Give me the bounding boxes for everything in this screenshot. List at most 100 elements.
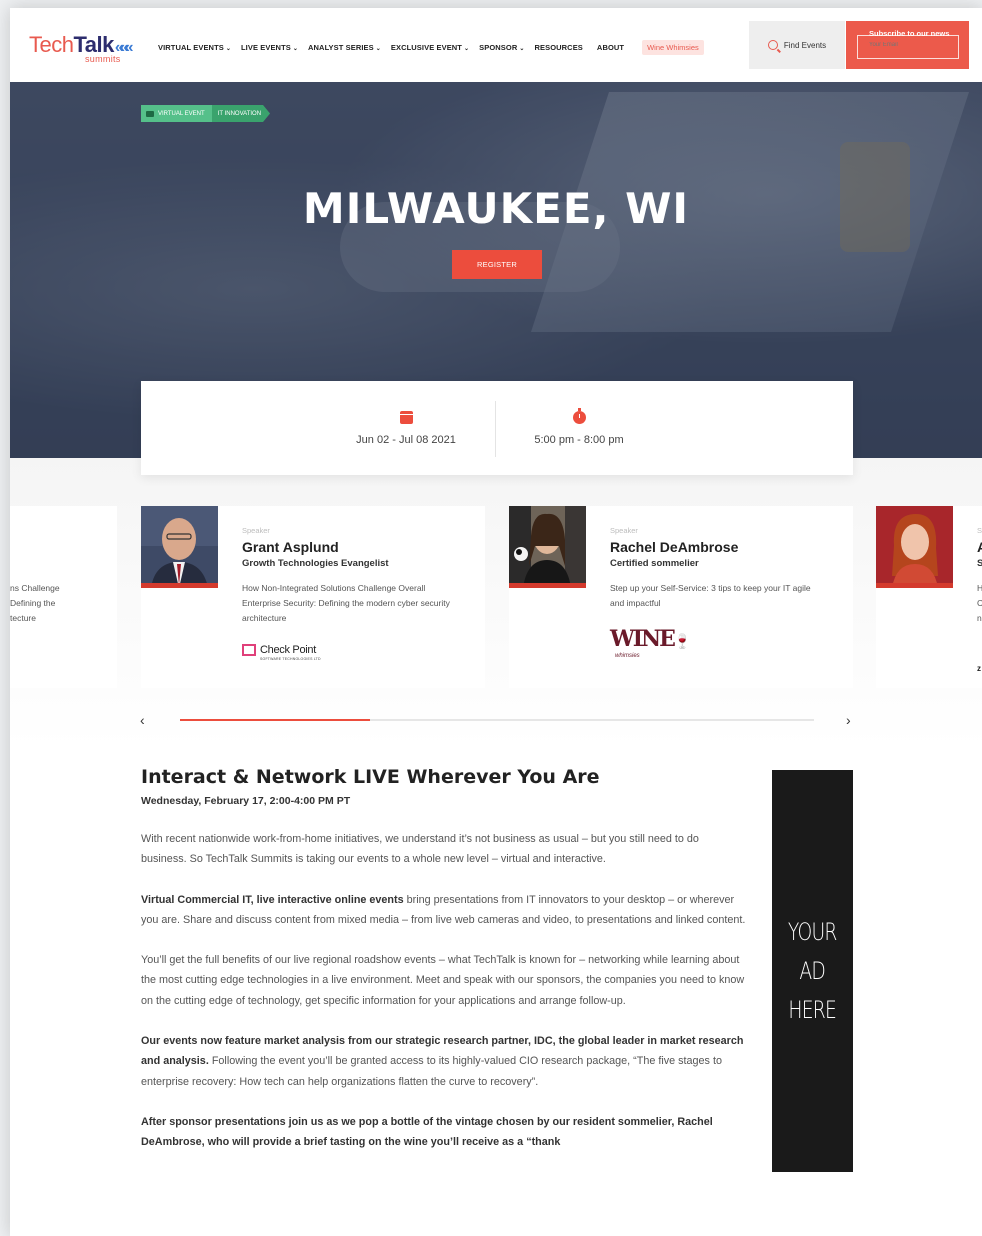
wine-glass-icon: 🍷: [673, 634, 692, 650]
event-title: MILWAUKEE, WI: [302, 184, 690, 233]
newsletter-subscribe: Subscribe to our news: [846, 21, 969, 69]
nav-about[interactable]: ABOUT: [597, 43, 624, 52]
subscribe-title: Subscribe to our news: [869, 29, 950, 38]
tag-it-innovation[interactable]: IT INNOVATION: [211, 105, 271, 122]
nav-resources[interactable]: RESOURCES: [535, 43, 583, 52]
section-date: Wednesday, February 17, 2:00-4:00 PM PT: [141, 795, 351, 807]
nav-exclusive-event[interactable]: EXCLUSIVE EVENT ⌄: [391, 43, 469, 52]
tag-virtual-event[interactable]: VIRTUAL EVENT: [141, 105, 212, 122]
speaker-card-grant-asplund[interactable]: Speaker Grant Asplund Growth Technologie…: [141, 506, 485, 688]
speaker-name[interactable]: Rachel DeAmbrose: [610, 539, 738, 555]
paragraph-3: You’ll get the full benefits of our live…: [141, 954, 745, 1007]
techtalk-logo[interactable]: TechTalk««« summits: [29, 32, 133, 64]
speaker-photo: [509, 506, 586, 588]
nav-label: SPONSOR: [479, 43, 518, 52]
logo-light: Tech: [29, 32, 74, 57]
sponsor-subtitle: SOFTWARE TECHNOLOGIES LTD: [260, 657, 321, 661]
register-button[interactable]: REGISTER: [452, 250, 542, 279]
nav-live-events[interactable]: LIVE EVENTS ⌄: [241, 43, 298, 52]
speaker-card-partial-right[interactable]: S A S H C n z: [876, 506, 982, 688]
speaker-card-rachel-deambrose[interactable]: Speaker Rachel DeAmbrose Certified somme…: [509, 506, 853, 688]
speaker-role: Growth Technologies Evangelist: [242, 558, 389, 569]
nav-sponsor[interactable]: SPONSOR ⌄: [479, 43, 524, 52]
talk-line: C: [977, 598, 982, 608]
chevron-down-icon: ⌄: [292, 46, 299, 52]
paragraph-text: Following the event you’ll be granted ac…: [141, 1055, 722, 1088]
event-date: Jun 02 - Jul 08 2021: [321, 381, 491, 475]
search-icon: [767, 40, 778, 50]
carousel-progress-track[interactable]: [180, 719, 814, 721]
speaker-photo: [141, 506, 218, 588]
nav-virtual-events[interactable]: VIRTUAL EVENTS ⌄: [158, 43, 231, 52]
sponsor-logo-partial: z: [977, 664, 981, 673]
speaker-avatar: [876, 506, 953, 588]
tag-label: VIRTUAL EVENT: [158, 110, 205, 117]
section-title: Interact & Network LIVE Wherever You Are: [141, 766, 600, 788]
talk-line: ns Challenge: [10, 583, 60, 593]
speaker-kicker: S: [977, 526, 982, 535]
paragraph-highlight: Virtual Commercial IT, live interactive …: [141, 893, 404, 906]
carousel-progress-thumb[interactable]: [180, 719, 371, 721]
email-field[interactable]: [869, 42, 949, 48]
calendar-icon: [399, 410, 413, 424]
date-range: Jun 02 - Jul 08 2021: [356, 433, 456, 446]
talk-line: n: [977, 613, 982, 623]
time-range: 5:00 pm - 8:00 pm: [534, 433, 624, 446]
speaker-avatar: [509, 506, 586, 588]
ad-line: HERE: [788, 995, 837, 1024]
monitor-icon: [146, 110, 154, 117]
carousel-next-button[interactable]: ›: [846, 712, 851, 728]
talk-line: tecture: [10, 613, 36, 623]
talk-line: Defining the: [10, 598, 56, 608]
site-header: TechTalk««« summits VIRTUAL EVENTS ⌄ LIVE…: [10, 8, 982, 82]
ad-text: YOUR AD HERE: [788, 913, 838, 1030]
sponsor-subtitle: whimsies: [615, 653, 640, 659]
photo-accent-bar: [509, 583, 586, 588]
speaker-talk: Step up your Self-Service: 3 tips to kee…: [610, 583, 811, 608]
photo-accent-bar: [876, 583, 953, 588]
chevron-down-icon: ⌄: [519, 46, 525, 52]
event-tags: VIRTUAL EVENT IT INNOVATION: [141, 105, 271, 122]
nav-label: ANALYST SERIES: [308, 43, 374, 52]
nav-analyst-series[interactable]: ANALYST SERIES ⌄: [308, 43, 381, 52]
photo-accent-bar: [141, 583, 218, 588]
speaker-photo: [876, 506, 953, 588]
speaker-kicker: Speaker: [242, 526, 270, 535]
nav-label: VIRTUAL EVENTS: [158, 43, 224, 52]
nav-label: LIVE EVENTS: [241, 43, 291, 52]
sponsor-name: WINE: [610, 626, 676, 652]
paragraph-5: After sponsor presentations join us as w…: [141, 1115, 713, 1149]
sponsor-logo-checkpoint[interactable]: Check Point SOFTWARE TECHNOLOGIES LTD: [242, 644, 321, 661]
wine-wordmark: WINE🍷: [610, 628, 691, 653]
main-nav: VIRTUAL EVENTS ⌄ LIVE EVENTS ⌄ ANALYST SER…: [158, 40, 704, 55]
page: TechTalk««« summits VIRTUAL EVENTS ⌄ LIVE…: [10, 8, 982, 1236]
ad-line: YOUR: [788, 917, 838, 946]
speaker-talk: H C n: [977, 581, 982, 626]
speaker-kicker: Speaker: [610, 526, 638, 535]
sponsor-name: Check Point: [260, 644, 317, 656]
paragraph-1: With recent nationwide work-from-home in…: [141, 833, 699, 866]
sponsor-logo-wine-whimsies[interactable]: WINE🍷 whimsies: [610, 628, 691, 659]
find-events-label: Find Events: [783, 40, 827, 50]
stopwatch-icon: [572, 407, 586, 424]
nav-wine-whimsies[interactable]: Wine Whimsies: [642, 40, 704, 55]
speaker-talk: ns Challenge Defining the tecture: [10, 581, 117, 626]
chevron-down-icon: ⌄: [225, 46, 231, 52]
logo-subtitle: summits: [85, 54, 121, 64]
speaker-role: Certified sommelier: [610, 558, 699, 569]
ad-banner[interactable]: YOUR AD HERE: [772, 770, 853, 1172]
event-time: 5:00 pm - 8:00 pm: [504, 381, 654, 475]
speaker-card-partial-left[interactable]: ns Challenge Defining the tecture: [10, 506, 117, 688]
nav-label: EXCLUSIVE EVENT: [390, 43, 462, 52]
talk-line: H: [977, 583, 982, 593]
paragraph-2: Virtual Commercial IT, live interactive …: [141, 890, 746, 931]
speaker-name[interactable]: Grant Asplund: [242, 539, 339, 555]
chevron-down-icon: ⌄: [375, 46, 381, 52]
event-description: Interact & Network LIVE Wherever You Are…: [141, 766, 746, 1153]
event-datetime-card: Jun 02 - Jul 08 2021 5:00 pm - 8:00 pm: [141, 381, 853, 475]
find-events-button[interactable]: Find Events: [749, 21, 845, 69]
speaker-name: A: [977, 539, 982, 555]
speaker-talk: How Non-Integrated Solutions Challenge O…: [242, 583, 450, 623]
speaker-avatar: [141, 506, 218, 588]
carousel-prev-button[interactable]: ‹: [140, 712, 145, 728]
